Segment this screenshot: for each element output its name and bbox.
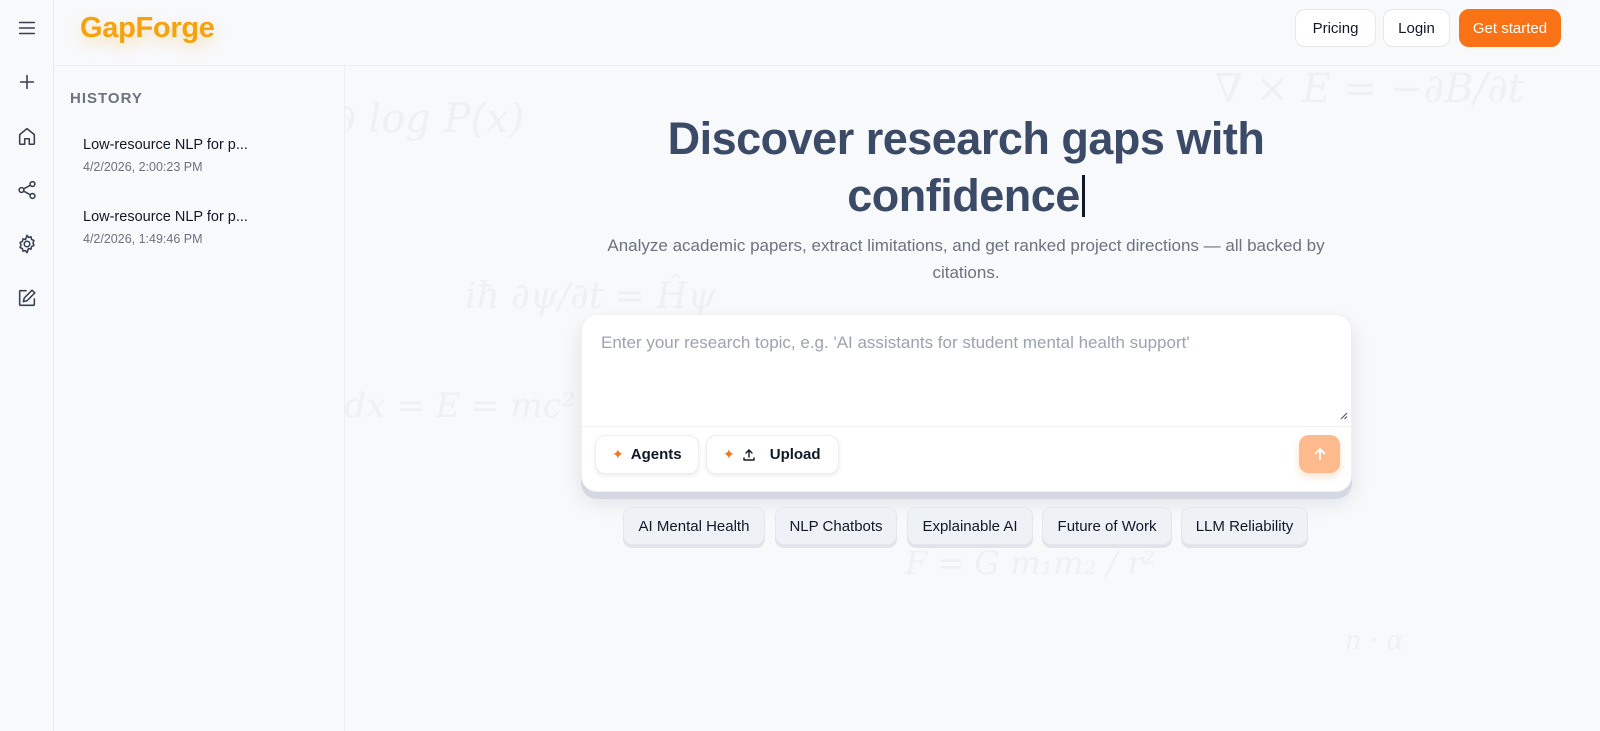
upload-icon — [743, 448, 755, 461]
submit-button[interactable] — [1299, 435, 1340, 473]
suggestion-chip[interactable]: LLM Reliability — [1181, 507, 1308, 545]
home-icon[interactable] — [8, 117, 46, 155]
history-heading: HISTORY — [70, 90, 143, 107]
login-button[interactable]: Login — [1383, 9, 1450, 47]
top-header: GapForge Pricing Login Get started — [54, 0, 1600, 66]
history-item[interactable]: Low-resource NLP for p... 4/2/2026, 2:00… — [83, 137, 333, 174]
suggestion-chip[interactable]: AI Mental Health — [623, 507, 765, 545]
main-content: ∂ log P(x) ∇ × E = −∂B/∂t iħ ∂ψ/∂t = Ĥψ … — [345, 66, 1600, 731]
agents-label: Agents — [630, 446, 682, 463]
agents-button[interactable]: ✦ Agents — [595, 435, 699, 474]
history-item-date: 4/2/2026, 1:49:46 PM — [83, 232, 203, 246]
research-topic-input[interactable] — [582, 315, 1351, 426]
sparkle-icon: ✦ — [612, 446, 624, 462]
history-item-date: 4/2/2026, 2:00:23 PM — [83, 160, 203, 174]
topic-composer: ✦ Agents ✦ Upload — [581, 314, 1352, 492]
upload-button[interactable]: ✦ Upload — [706, 435, 839, 474]
typing-cursor — [1081, 175, 1085, 217]
arrow-up-icon — [1314, 448, 1325, 460]
get-started-button[interactable]: Get started — [1459, 9, 1561, 47]
history-item-title: Low-resource NLP for p... — [83, 209, 248, 225]
history-panel: HISTORY Low-resource NLP for p... 4/2/20… — [54, 66, 345, 731]
app-logo[interactable]: GapForge — [80, 12, 215, 45]
hero-title: Discover research gaps with confidence — [345, 110, 1587, 224]
history-item[interactable]: Low-resource NLP for p... 4/2/2026, 1:49… — [83, 209, 333, 246]
suggestion-chip[interactable]: Future of Work — [1042, 507, 1172, 545]
background-decoration: F = G m₁m₂ / r² — [905, 544, 1156, 582]
sparkle-icon: ✦ — [723, 446, 735, 462]
suggestion-chip[interactable]: NLP Chatbots — [775, 507, 897, 545]
menu-icon[interactable] — [8, 9, 46, 47]
hero-title-line1: Discover research gaps with — [667, 113, 1265, 164]
edit-icon[interactable] — [8, 279, 46, 317]
hero-title-line2: confidence — [847, 170, 1080, 221]
background-decoration: ∫ e dx = E = mc² — [345, 386, 576, 426]
plus-icon[interactable] — [8, 63, 46, 101]
upload-label: Upload — [769, 446, 821, 463]
hero-subtitle: Analyze academic papers, extract limitat… — [607, 236, 1325, 282]
history-item-title: Low-resource NLP for p... — [83, 137, 248, 153]
resize-handle-icon[interactable] — [1338, 410, 1348, 420]
composer-divider — [582, 426, 1351, 427]
background-decoration: ∇ × E = −∂B/∂t — [1215, 66, 1524, 112]
gear-icon[interactable] — [8, 225, 46, 263]
pricing-button[interactable]: Pricing — [1295, 9, 1376, 47]
left-rail — [0, 0, 54, 731]
share-icon[interactable] — [8, 171, 46, 209]
suggestion-chip[interactable]: Explainable AI — [907, 507, 1033, 545]
background-decoration: n · α — [1345, 626, 1405, 656]
